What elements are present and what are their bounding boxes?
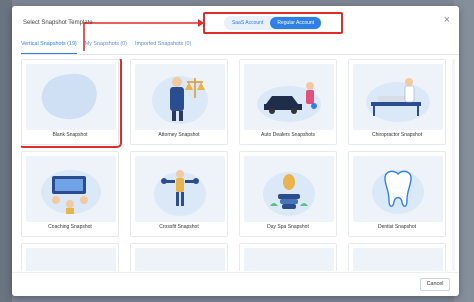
snapshot-card-partial[interactable] <box>239 243 337 271</box>
regular-account-option[interactable]: Regular Account <box>270 17 322 29</box>
crossfit-illustration-icon <box>135 156 225 222</box>
card-label: Dentist Snapshot <box>377 224 417 230</box>
account-type-toggle-highlight: SaaS Account Regular Account <box>203 12 343 34</box>
card-label: Coaching Snapshot <box>48 224 92 230</box>
snapshot-card-dentist[interactable]: Dentist Snapshot <box>348 151 446 237</box>
day-spa-illustration-icon <box>244 156 334 222</box>
coaching-illustration-icon <box>26 156 116 222</box>
snapshot-grid-row-partial <box>21 243 446 271</box>
card-label: Day Spa Snapshot <box>267 224 309 230</box>
card-thumbnail <box>135 248 225 271</box>
tab-imported-snapshots[interactable]: Imported Snapshots (0) <box>135 41 191 54</box>
card-thumbnail <box>353 248 443 271</box>
background-sidebar <box>0 0 12 302</box>
snapshot-card-chiropractor[interactable]: Chiropractor Snapshot <box>348 59 446 145</box>
snapshot-card-attorney[interactable]: Attorney Snapshot <box>130 59 228 145</box>
snapshot-card-coaching[interactable]: Coaching Snapshot <box>21 151 119 237</box>
saas-account-option[interactable]: SaaS Account <box>225 17 270 29</box>
close-icon[interactable]: × <box>444 15 450 26</box>
tooth-illustration-icon <box>353 156 443 222</box>
chiropractor-illustration-icon <box>353 64 443 130</box>
snapshot-card-crossfit[interactable]: Crossfit Snapshot <box>130 151 228 237</box>
snapshot-card-blank[interactable]: Blank Snapshot <box>21 59 122 148</box>
snapshot-grid: Blank Snapshot Attorney Snapshot Auto De… <box>21 59 446 237</box>
blank-blob-icon <box>26 64 116 130</box>
snapshot-card-partial[interactable] <box>130 243 228 271</box>
card-label: Chiropractor Snapshot <box>371 132 423 138</box>
tab-vertical-snapshots[interactable]: Vertical Snapshots (19) <box>21 41 77 54</box>
modal-footer: Cancel <box>12 272 459 296</box>
cancel-button[interactable]: Cancel <box>420 278 450 291</box>
card-label: Crossfit Snapshot <box>159 224 199 230</box>
snapshot-card-day-spa[interactable]: Day Spa Snapshot <box>239 151 337 237</box>
car-dealer-illustration-icon <box>244 64 334 130</box>
card-thumbnail <box>26 248 116 271</box>
snapshot-template-modal: Select Snapshot Template × SaaS Account … <box>12 6 459 296</box>
account-type-toggle: SaaS Account Regular Account <box>223 16 323 30</box>
card-label: Blank Snapshot <box>52 132 88 138</box>
attorney-illustration-icon <box>135 64 225 130</box>
snapshot-card-partial[interactable] <box>348 243 446 271</box>
snapshot-tabs: Vertical Snapshots (19) My Snapshots (0)… <box>21 41 459 55</box>
grid-scrollbar[interactable] <box>452 59 455 271</box>
snapshot-grid-container: Blank Snapshot Attorney Snapshot Auto De… <box>21 59 446 271</box>
tab-my-snapshots[interactable]: My Snapshots (0) <box>85 41 127 54</box>
snapshot-card-auto-dealers[interactable]: Auto Dealers Snapshots <box>239 59 337 145</box>
modal-title: Select Snapshot Template <box>23 20 93 26</box>
snapshot-card-partial[interactable] <box>21 243 119 271</box>
card-thumbnail <box>244 248 334 271</box>
card-label: Auto Dealers Snapshots <box>261 132 315 138</box>
card-label: Attorney Snapshot <box>158 132 200 138</box>
